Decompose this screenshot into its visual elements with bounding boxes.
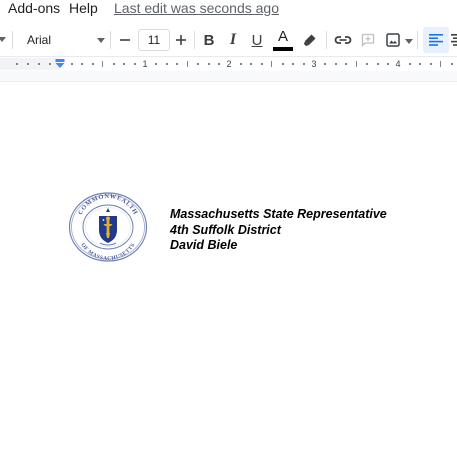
ruler-mark xyxy=(409,63,411,65)
massachusetts-seal-icon: COMMONWEALTH OF MASSACHUSETTS xyxy=(68,192,148,262)
ruler-label: 1 xyxy=(142,59,148,69)
ruler-mark xyxy=(250,63,252,65)
minus-icon xyxy=(120,39,130,41)
document-page[interactable] xyxy=(0,82,457,457)
highlighter-icon xyxy=(304,34,316,46)
ruler-mark xyxy=(345,63,347,65)
ruler-mark xyxy=(218,63,220,65)
ruler-mark xyxy=(419,63,421,65)
ruler-mark xyxy=(451,63,453,65)
insert-image-icon xyxy=(386,33,400,47)
ruler-mark xyxy=(292,63,294,65)
formatting-toolbar: Arial 11 B I U A xyxy=(0,24,457,56)
bold-button[interactable]: B xyxy=(198,29,220,51)
add-comment-button[interactable] xyxy=(357,29,379,51)
font-family-select[interactable]: Arial xyxy=(18,28,108,52)
align-center-icon xyxy=(451,34,457,46)
ruler-mark xyxy=(324,63,326,65)
align-center-button[interactable] xyxy=(449,29,457,51)
letterhead-line-title: Massachusetts State Representative xyxy=(170,207,387,221)
ruler-mark xyxy=(49,63,51,65)
insert-link-button[interactable] xyxy=(332,29,354,51)
align-left-icon xyxy=(429,34,443,46)
ruler-label: 4 xyxy=(395,59,401,69)
font-size-input[interactable]: 11 xyxy=(138,29,170,51)
ruler-mark xyxy=(430,63,432,65)
ruler-mark xyxy=(123,63,125,65)
last-edit-link[interactable]: Last edit was seconds ago xyxy=(114,0,279,16)
ruler-mark xyxy=(155,63,157,65)
ruler-mark xyxy=(335,63,337,65)
align-left-button[interactable] xyxy=(423,27,449,53)
horizontal-ruler[interactable]: 1 2 3 4 xyxy=(0,56,457,71)
toolbar-divider xyxy=(12,31,13,49)
ruler-mark xyxy=(377,63,379,65)
ruler-mark xyxy=(187,61,188,67)
menu-bar: Add-ons Help Last edit was seconds ago xyxy=(0,0,457,22)
underline-button[interactable]: U xyxy=(246,29,268,51)
highlight-color-button[interactable] xyxy=(299,29,321,51)
indent-marker-icon[interactable] xyxy=(55,59,65,69)
text-color-swatch xyxy=(273,47,293,51)
italic-button[interactable]: I xyxy=(222,29,244,51)
ruler-mark xyxy=(197,63,199,65)
ruler-mark xyxy=(240,63,242,65)
ruler-mark xyxy=(176,63,178,65)
letterhead-line-name: David Biele xyxy=(170,238,238,252)
google-docs-window: Add-ons Help Last edit was seconds ago A… xyxy=(0,0,457,457)
ruler-mark xyxy=(102,61,103,67)
text-color-label: A xyxy=(277,28,288,45)
add-comment-icon xyxy=(361,33,375,48)
chevron-down-icon[interactable] xyxy=(405,39,413,44)
increase-font-size-button[interactable] xyxy=(170,29,192,51)
font-family-value: Arial xyxy=(27,33,52,47)
ruler-mark xyxy=(113,63,115,65)
ruler-mark xyxy=(261,63,263,65)
plus-icon xyxy=(176,35,186,45)
letterhead-line-district: 4th Suffolk District xyxy=(170,222,281,237)
ruler-mark xyxy=(71,63,73,65)
toolbar-divider xyxy=(417,31,418,49)
menu-addons[interactable]: Add-ons xyxy=(8,0,60,16)
link-icon xyxy=(334,36,352,44)
text-color-button[interactable]: A xyxy=(272,27,294,53)
menu-help[interactable]: Help xyxy=(69,0,98,16)
ruler-label: 2 xyxy=(226,59,232,69)
chevron-down-icon xyxy=(97,38,105,43)
styles-dropdown-caret-icon[interactable] xyxy=(0,37,6,42)
decrease-font-size-button[interactable] xyxy=(114,29,136,51)
ruler-mark xyxy=(282,63,284,65)
toolbar-divider xyxy=(194,31,195,49)
ruler-mark xyxy=(166,63,168,65)
ruler-mark xyxy=(27,63,29,65)
ruler-mark xyxy=(16,63,18,65)
ruler-mark xyxy=(38,63,40,65)
ruler-label: 3 xyxy=(311,59,317,69)
ruler-shadow xyxy=(0,71,457,82)
toolbar-divider xyxy=(110,31,111,49)
letterhead-text[interactable]: Massachusetts State Representative 4th S… xyxy=(170,207,387,254)
ruler-mark xyxy=(356,61,357,67)
ruler-mark xyxy=(81,63,83,65)
ruler-mark xyxy=(387,63,389,65)
ruler-mark xyxy=(271,61,272,67)
ruler-mark xyxy=(366,63,368,65)
toolbar-divider xyxy=(326,31,327,49)
ruler-mark xyxy=(440,61,441,67)
ruler-mark xyxy=(303,63,305,65)
ruler-mark xyxy=(92,63,94,65)
ruler-mark xyxy=(134,63,136,65)
insert-image-button[interactable] xyxy=(382,29,404,51)
ruler-mark xyxy=(208,63,210,65)
